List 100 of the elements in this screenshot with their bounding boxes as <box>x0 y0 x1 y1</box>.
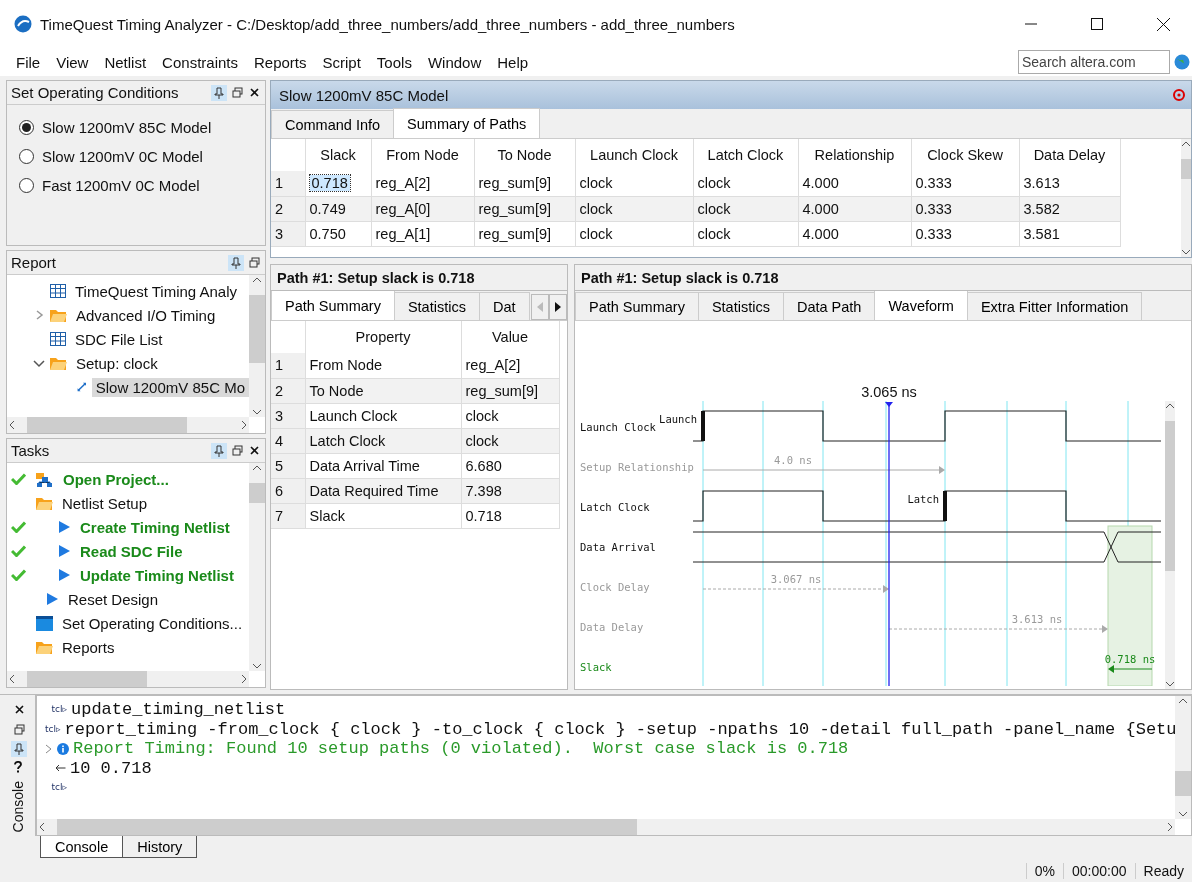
task-item[interactable]: Update Timing Netlist <box>76 565 238 585</box>
tab[interactable]: Waveform <box>874 291 968 320</box>
column-header[interactable]: From Node <box>371 139 474 171</box>
chevron-left-icon[interactable] <box>7 674 17 684</box>
radio-option[interactable]: Slow 1200mV 0C Model <box>7 142 265 171</box>
menu-item[interactable]: View <box>50 53 95 71</box>
chevron-up-icon[interactable] <box>1181 139 1191 149</box>
scrollbar[interactable] <box>1181 139 1191 257</box>
chevron-up-icon[interactable] <box>252 275 262 285</box>
task-item[interactable]: Set Operating Conditions... <box>58 613 247 633</box>
menu-item[interactable]: Constraints <box>156 53 244 71</box>
table-cell: From Node <box>305 353 461 378</box>
tab[interactable]: Summary of Paths <box>393 108 541 138</box>
scrollbar[interactable] <box>37 819 1175 835</box>
chevron-right-icon[interactable] <box>239 674 249 684</box>
column-header[interactable]: Clock Skew <box>911 139 1019 171</box>
float-button[interactable] <box>230 84 244 101</box>
task-item[interactable]: Create Timing Netlist <box>76 517 234 537</box>
radio-option[interactable]: Fast 1200mV 0C Model <box>7 171 265 200</box>
scrollbar-thumb[interactable] <box>249 295 265 363</box>
pin-button[interactable] <box>11 741 27 757</box>
column-header[interactable]: Latch Clock <box>693 139 798 171</box>
chevron-left-icon[interactable] <box>7 420 17 430</box>
radio-button[interactable] <box>19 120 34 135</box>
target-icon[interactable] <box>1173 89 1185 101</box>
scrollbar[interactable] <box>249 275 265 417</box>
tree-item[interactable]: SDC File List <box>71 329 167 349</box>
float-button[interactable] <box>12 721 26 737</box>
menu-item[interactable]: Tools <box>370 53 418 71</box>
column-header[interactable]: Slack <box>305 139 371 171</box>
menu-item[interactable]: Reports <box>248 53 313 71</box>
column-header[interactable]: Data Delay <box>1019 139 1120 171</box>
scrollbar[interactable] <box>1175 696 1191 819</box>
scrollbar-thumb[interactable] <box>1165 421 1175 571</box>
scrollbar-thumb[interactable] <box>27 417 187 433</box>
chevron-left-icon[interactable] <box>37 822 47 832</box>
task-item[interactable]: Reports <box>58 637 119 657</box>
tree-item[interactable]: TimeQuest Timing Analy <box>71 281 241 301</box>
tree-item[interactable]: Setup: clock <box>72 353 162 373</box>
measure-label: 3.067 ns <box>770 573 822 585</box>
menu-item[interactable]: Help <box>491 53 535 71</box>
tab[interactable]: Path Summary <box>271 291 395 320</box>
chevron-right-icon[interactable] <box>45 743 53 754</box>
signal-label: Clock Delay <box>580 581 650 593</box>
tab[interactable]: Console <box>40 836 124 858</box>
scroll-right-button[interactable] <box>549 294 567 320</box>
chevron-down-icon[interactable] <box>252 661 262 671</box>
chevron-down-icon[interactable] <box>1181 247 1191 257</box>
task-item[interactable]: Reset Design <box>64 589 163 609</box>
chevron-down-icon[interactable] <box>252 407 262 417</box>
column-header[interactable]: Relationship <box>798 139 911 171</box>
return-arrow-icon <box>55 764 66 773</box>
chevron-right-icon[interactable] <box>239 420 249 430</box>
task-item[interactable]: Read SDC File <box>76 541 187 561</box>
tab[interactable]: Path Summary <box>575 292 699 320</box>
task-item[interactable]: Netlist Setup <box>58 493 152 513</box>
column-header[interactable]: Property <box>305 321 461 353</box>
scrollbar[interactable] <box>7 671 249 687</box>
scrollbar-thumb[interactable] <box>249 483 265 503</box>
chevron-down-icon[interactable] <box>33 358 45 368</box>
chevron-up-icon[interactable] <box>1165 401 1175 411</box>
chevron-up-icon[interactable] <box>1178 696 1188 706</box>
chevron-up-icon[interactable] <box>252 463 262 473</box>
scrollbar-thumb[interactable] <box>57 819 637 835</box>
task-item[interactable]: Open Project... <box>59 469 173 489</box>
tree-item[interactable]: Slow 1200mV 85C Mo <box>91 377 249 397</box>
float-button[interactable] <box>247 254 261 271</box>
pin-button[interactable] <box>228 254 244 271</box>
menu-item[interactable]: File <box>10 53 47 71</box>
scrollbar-thumb[interactable] <box>27 671 147 687</box>
menu-item[interactable]: Netlist <box>98 53 153 71</box>
column-header[interactable]: To Node <box>474 139 575 171</box>
scrollbar-thumb[interactable] <box>1181 159 1191 179</box>
tab[interactable]: History <box>122 836 198 858</box>
scrollbar[interactable] <box>7 417 249 433</box>
float-button[interactable] <box>230 442 244 459</box>
radio-button[interactable] <box>19 149 34 164</box>
help-icon[interactable] <box>13 761 22 773</box>
table-cell: Data Required Time <box>305 478 461 503</box>
column-header[interactable]: Value <box>461 321 559 353</box>
chevron-down-icon[interactable] <box>1178 809 1188 819</box>
tab[interactable]: Command Info <box>271 110 395 138</box>
tab[interactable]: Dat <box>478 292 530 320</box>
search-field[interactable]: Search altera.com <box>1018 50 1170 74</box>
menu-item[interactable]: Script <box>316 53 367 71</box>
tree-item[interactable]: Advanced I/O Timing <box>72 305 220 325</box>
elapsed-time: 00:00:00 <box>1063 863 1135 879</box>
chevron-right-icon[interactable] <box>1165 822 1175 832</box>
chevron-down-icon[interactable] <box>1165 679 1175 689</box>
scrollbar[interactable] <box>249 463 265 671</box>
tab[interactable]: Extra Fitter Information <box>966 292 1143 320</box>
pin-button[interactable] <box>211 442 227 459</box>
pin-button[interactable] <box>211 84 227 101</box>
radio-button[interactable] <box>19 178 34 193</box>
menu-item[interactable]: Window <box>421 53 488 71</box>
column-header[interactable]: Launch Clock <box>575 139 693 171</box>
scrollbar-thumb[interactable] <box>1175 771 1191 796</box>
radio-option[interactable]: Slow 1200mV 85C Model <box>7 113 265 142</box>
scrollbar[interactable] <box>1165 401 1175 689</box>
globe-icon[interactable] <box>1174 54 1190 70</box>
